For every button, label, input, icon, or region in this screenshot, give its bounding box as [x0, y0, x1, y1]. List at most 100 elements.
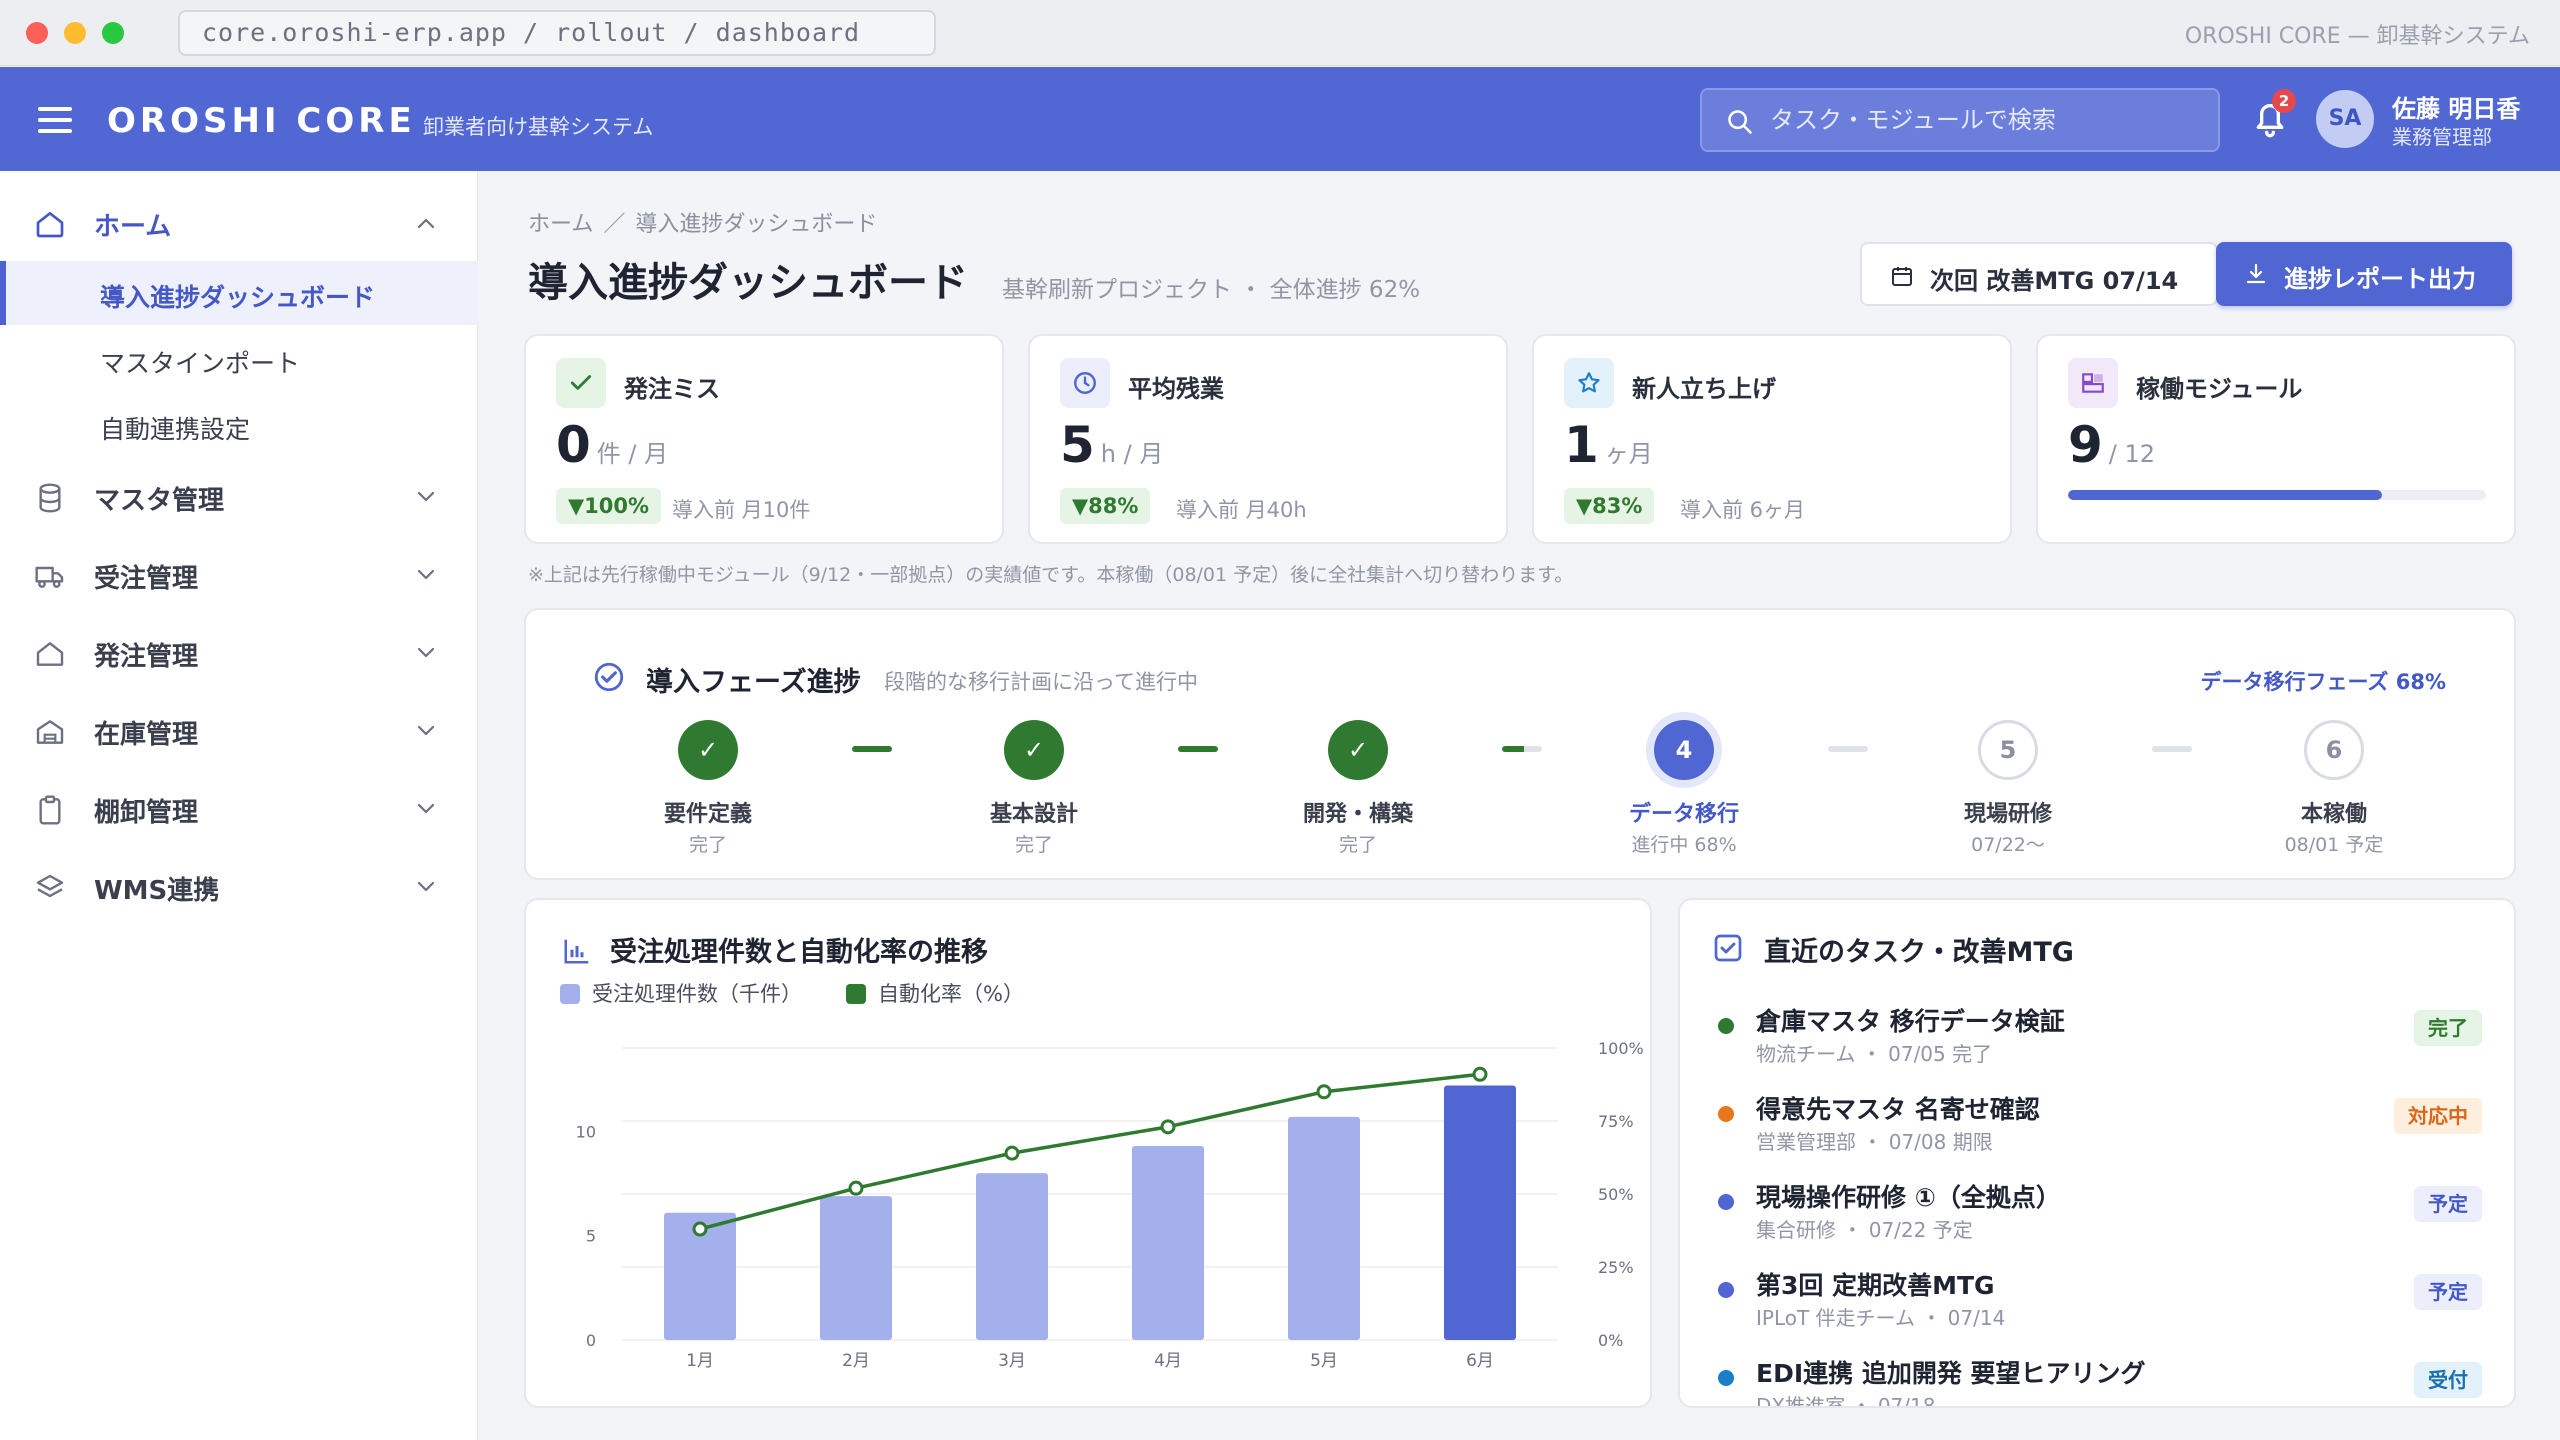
top-nav-bar: OROSHI CORE 卸業者向け基幹システム 2 SA 佐藤 明日香 業務管理… — [0, 67, 2560, 171]
minimize-window-button[interactable] — [64, 22, 86, 44]
phase-done-check-icon: ✓ — [678, 720, 738, 780]
task-name: 第3回 定期改善MTG — [1756, 1271, 1995, 1300]
task-item[interactable]: 得意先マスタ 名寄せ確認 営業管理部 ・ 07/08 期限 対応中 — [1680, 1078, 2514, 1166]
x-tick-label: 1月 — [686, 1351, 714, 1371]
chevron-down-icon[interactable] — [414, 723, 438, 739]
phase-step-go-live[interactable]: 6 本稼働 08/01 予定 — [2234, 710, 2434, 860]
phase-name: データ移行 — [1628, 802, 1739, 827]
task-item[interactable]: 倉庫マスタ 移行データ検証 物流チーム ・ 07/05 完了 完了 — [1680, 990, 2514, 1078]
task-item[interactable]: EDI連携 追加開発 要望ヒアリング DX推進室 ・ 07/18 受付 — [1680, 1342, 2514, 1406]
automation-rate-point — [1004, 1145, 1020, 1161]
kpi-title: 発注ミス — [624, 375, 720, 403]
kpi-card-onboarding: 新人立ち上げ 1 ヶ月 ▼83% 導入前 6ヶ月 — [1532, 334, 2012, 544]
breadcrumb-home-link[interactable]: ホーム — [528, 212, 593, 237]
phase-status: 完了 — [1338, 834, 1377, 856]
task-status-badge: 予定 — [2414, 1274, 2482, 1310]
kpi-card-active-modules: 稼働モジュール 9/ 12 — [2036, 334, 2516, 544]
brand-logo[interactable]: OROSHI CORE — [107, 101, 416, 141]
automation-rate-point — [1160, 1119, 1176, 1135]
sidebar-item-label: 発注管理 — [94, 642, 199, 672]
task-item[interactable]: 現場操作研修 ①（全拠点） 集合研修 ・ 07/22 予定 予定 — [1680, 1166, 2514, 1254]
user-name[interactable]: 佐藤 明日香 — [2392, 89, 2520, 124]
y-right-tick-label: 0% — [1598, 1331, 1623, 1350]
kpi-footnote: ※上記は先行稼働中モジュール（9/12・一部拠点）の実績値です。本稼働（08/0… — [528, 564, 1574, 586]
sidebar-item-label: WMS連携 — [94, 876, 220, 906]
kpi-unit: 件 / 月 — [596, 440, 669, 468]
task-name: 倉庫マスタ 移行データ検証 — [1756, 1007, 2065, 1036]
phase-status: 08/01 予定 — [2284, 834, 2384, 856]
y-left-tick-label: 5 — [586, 1227, 596, 1246]
phase-step-data-migration[interactable]: 4 データ移行 進行中 68% — [1584, 710, 1784, 860]
phase-step-development[interactable]: ✓ 開発・構築 完了 — [1258, 710, 1458, 860]
kpi-card-order-errors: 発注ミス 0件 / 月 ▼100% 導入前 月10件 — [524, 334, 1004, 544]
sidebar-item-stocktake[interactable]: 棚卸管理 — [0, 779, 478, 839]
search-input[interactable] — [1770, 90, 2200, 150]
combo-chart: 0% 25% 50% 75% 100% 0 5 10 1月 2月 3月 4月 5月 6月 — [576, 1039, 1644, 1371]
sidebar-item-inventory[interactable]: 在庫管理 — [0, 701, 478, 761]
kpi-baseline-note: 導入前 月40h — [1176, 498, 1307, 522]
current-phase-label[interactable]: データ移行フェーズ 68% — [2200, 666, 2446, 696]
next-meeting-button[interactable]: 次回 改善MTG 07/14 — [1860, 242, 2218, 306]
search-box[interactable] — [1700, 88, 2220, 152]
close-window-button[interactable] — [26, 22, 48, 44]
phase-name: 要件定義 — [663, 802, 752, 827]
sidebar-item-purchasing[interactable]: 発注管理 — [0, 623, 478, 683]
task-status-dot — [1718, 1282, 1734, 1298]
task-status-dot — [1718, 1194, 1734, 1210]
sidebar-subitem-rollout-dashboard[interactable]: 導入進捗ダッシュボード — [0, 261, 478, 325]
kpi-change-badge: ▼83% — [1564, 488, 1655, 524]
task-status-dot — [1718, 1018, 1734, 1034]
sidebar-item-home[interactable]: ホーム — [0, 193, 478, 253]
clipboard-icon — [39, 795, 61, 825]
avatar[interactable]: SA — [2316, 90, 2374, 148]
module-progress-fill — [2068, 490, 2382, 500]
chart-bar — [820, 1196, 892, 1340]
phase-connector — [2152, 746, 2192, 752]
sidebar-subitem-auto-integration[interactable]: 自動連携設定 — [0, 393, 478, 457]
kpi-change-badge: ▼88% — [1060, 488, 1151, 524]
export-report-button[interactable]: 進捗レポート出力 — [2216, 242, 2512, 306]
sidebar-item-orders[interactable]: 受注管理 — [0, 545, 478, 605]
page-title: 導入進捗ダッシュボード — [528, 260, 968, 306]
phase-step-basic-design[interactable]: ✓ 基本設計 完了 — [934, 710, 1134, 860]
task-checklist-icon — [1714, 934, 1742, 962]
home-outline-icon — [36, 642, 64, 666]
task-meta: 営業管理部 ・ 07/08 期限 — [1756, 1130, 1993, 1154]
modules-icon — [2068, 358, 2118, 408]
chevron-up-icon[interactable] — [414, 215, 438, 231]
url-bar[interactable]: core.oroshi-erp.app / rollout / dashboar… — [178, 10, 936, 56]
chevron-down-icon[interactable] — [414, 489, 438, 505]
maximize-window-button[interactable] — [102, 22, 124, 44]
sidebar-subitem-master-import[interactable]: マスタインポート — [0, 327, 478, 391]
window-title: OROSHI CORE — 卸基幹システム — [2184, 24, 2530, 49]
chart-bar — [976, 1173, 1048, 1340]
sidebar-item-master[interactable]: マスタ管理 — [0, 467, 478, 527]
phase-subtitle: 段階的な移行計画に沿って進行中 — [884, 670, 1198, 694]
x-tick-label: 2月 — [842, 1351, 870, 1371]
sidebar-subitem-label: 導入進捗ダッシュボード — [100, 283, 376, 312]
sidebar-item-label: 棚卸管理 — [94, 798, 199, 828]
y-left-tick-label: 0 — [586, 1331, 596, 1350]
chevron-down-icon[interactable] — [414, 567, 438, 583]
chevron-down-icon[interactable] — [414, 801, 438, 817]
task-item[interactable]: 第3回 定期改善MTG IPLoT 伴走チーム ・ 07/14 予定 — [1680, 1254, 2514, 1342]
phase-name: 現場研修 — [1963, 802, 2052, 827]
sidebar-item-label: 受注管理 — [94, 564, 199, 594]
orders-chart-card: 受注処理件数と自動化率の推移 受注処理件数（千件） 自動化率（%） 0% 25% 5… — [524, 898, 1652, 1408]
phase-step-requirements[interactable]: ✓ 要件定義 完了 — [608, 710, 808, 860]
phase-connector — [1178, 746, 1218, 752]
phase-step-field-training[interactable]: 5 現場研修 07/22〜 — [1908, 710, 2108, 860]
browser-chrome: core.oroshi-erp.app / rollout / dashboar… — [0, 0, 2560, 66]
menu-icon[interactable] — [38, 107, 72, 133]
chevron-down-icon[interactable] — [414, 879, 438, 895]
export-report-label: 進捗レポート出力 — [2284, 265, 2476, 293]
automation-rate-point — [848, 1180, 864, 1196]
sidebar-item-wms[interactable]: WMS連携 — [0, 857, 478, 917]
chevron-down-icon[interactable] — [414, 645, 438, 661]
phase-connector — [1502, 746, 1542, 752]
kpi-baseline-note: 導入前 6ヶ月 — [1680, 498, 1806, 522]
y-right-tick-label: 50% — [1598, 1185, 1634, 1204]
phase-name: 本稼働 — [2300, 802, 2367, 827]
phase-progress-card: 導入フェーズ進捗 段階的な移行計画に沿って進行中 データ移行フェーズ 68% ✓… — [524, 608, 2516, 880]
chart-bar — [1288, 1116, 1360, 1340]
